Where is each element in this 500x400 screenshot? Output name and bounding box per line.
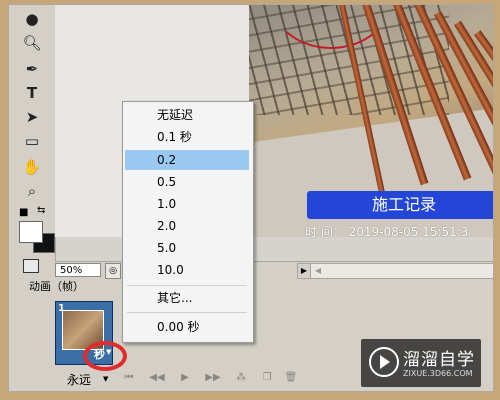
menu-item-5-0[interactable]: 5.0 <box>125 238 249 258</box>
blur-tool-icon[interactable]: ● <box>21 9 43 29</box>
loop-options-select[interactable]: 永远 <box>67 371 91 388</box>
next-frame-icon[interactable]: ▶▶ <box>205 371 221 385</box>
default-colors-icon[interactable]: ■ <box>19 207 28 218</box>
menu-item-other[interactable]: 其它... <box>125 288 249 308</box>
tween-icon[interactable]: ⁂ <box>233 371 249 385</box>
zoom-level-field[interactable]: 50% <box>55 263 101 277</box>
horizontal-scrollbar[interactable]: ▶ ◀ <box>297 263 493 279</box>
scroll-right-arrow-icon[interactable]: ▶ <box>298 264 311 278</box>
hand-tool-icon[interactable]: ✋ <box>21 157 43 177</box>
menu-item-1-0[interactable]: 1.0 <box>125 194 249 214</box>
menu-item-0-2[interactable]: 0.2 <box>125 150 249 170</box>
menu-item-0-1[interactable]: 0.1 秒 <box>125 127 249 147</box>
watermark: 溜溜自学 ZIXUE.3D66.COM <box>361 339 481 387</box>
path-selection-tool-icon[interactable]: ➤ <box>21 107 43 127</box>
scroll-left-arrow-icon[interactable]: ◀ <box>312 264 324 278</box>
play-icon[interactable]: ▶ <box>177 371 193 385</box>
record-banner: 施工记录 <box>307 191 493 219</box>
decorative-frame: ● 🔍︎ ✒ T ➤ ▭ ✋ ⌕ ■ ⇆ 施工记录 时 间： 2019-08-0… <box>0 0 500 400</box>
menu-item-current-delay: 0.00 秒 <box>157 320 200 334</box>
watermark-brand: 溜溜自学 <box>403 350 475 370</box>
photo-timestamp: 时 间： 2019-08-05 15:51:3 <box>305 225 469 239</box>
rectangle-tool-icon[interactable]: ▭ <box>21 131 43 151</box>
menu-item-2-0[interactable]: 2.0 <box>125 216 249 236</box>
menu-divider <box>127 285 247 286</box>
tools-panel: ● 🔍︎ ✒ T ➤ ▭ ✋ ⌕ ■ ⇆ <box>9 5 56 291</box>
menu-item-no-delay[interactable]: 无延迟 <box>125 105 249 125</box>
swap-colors-icon[interactable]: ⇆ <box>37 205 45 216</box>
pen-tool-icon[interactable]: ✒ <box>21 59 43 79</box>
menu-divider <box>127 312 247 313</box>
menu-item-10-0[interactable]: 10.0 <box>125 260 249 280</box>
previous-frame-icon[interactable]: ◀◀ <box>149 371 165 385</box>
first-frame-icon[interactable]: ⏮ <box>121 371 137 385</box>
status-menu-icon[interactable]: ◎ <box>105 263 121 279</box>
dodge-tool-icon[interactable]: 🔍︎ <box>21 33 43 53</box>
zoom-tool-icon[interactable]: ⌕ <box>21 181 43 201</box>
watermark-url: ZIXUE.3D66.COM <box>403 369 473 378</box>
foreground-color-swatch[interactable] <box>19 221 43 243</box>
duplicate-frame-icon[interactable]: ❐ <box>259 371 275 385</box>
delete-frame-icon[interactable]: 🗑︎ <box>283 371 299 385</box>
play-logo-icon <box>369 347 399 377</box>
annotation-circle <box>83 341 127 371</box>
animation-panel-title[interactable]: 动画（帧） <box>29 279 84 295</box>
type-tool-icon[interactable]: T <box>21 83 43 103</box>
frame-delay-menu: 无延迟 0.1 秒 0.2 0.5 1.0 2.0 5.0 10.0 其它...… <box>122 101 254 343</box>
menu-item-0-5[interactable]: 0.5 <box>125 172 249 192</box>
chevron-down-icon[interactable]: ▼ <box>103 375 108 383</box>
quick-mask-icon[interactable] <box>23 259 39 273</box>
